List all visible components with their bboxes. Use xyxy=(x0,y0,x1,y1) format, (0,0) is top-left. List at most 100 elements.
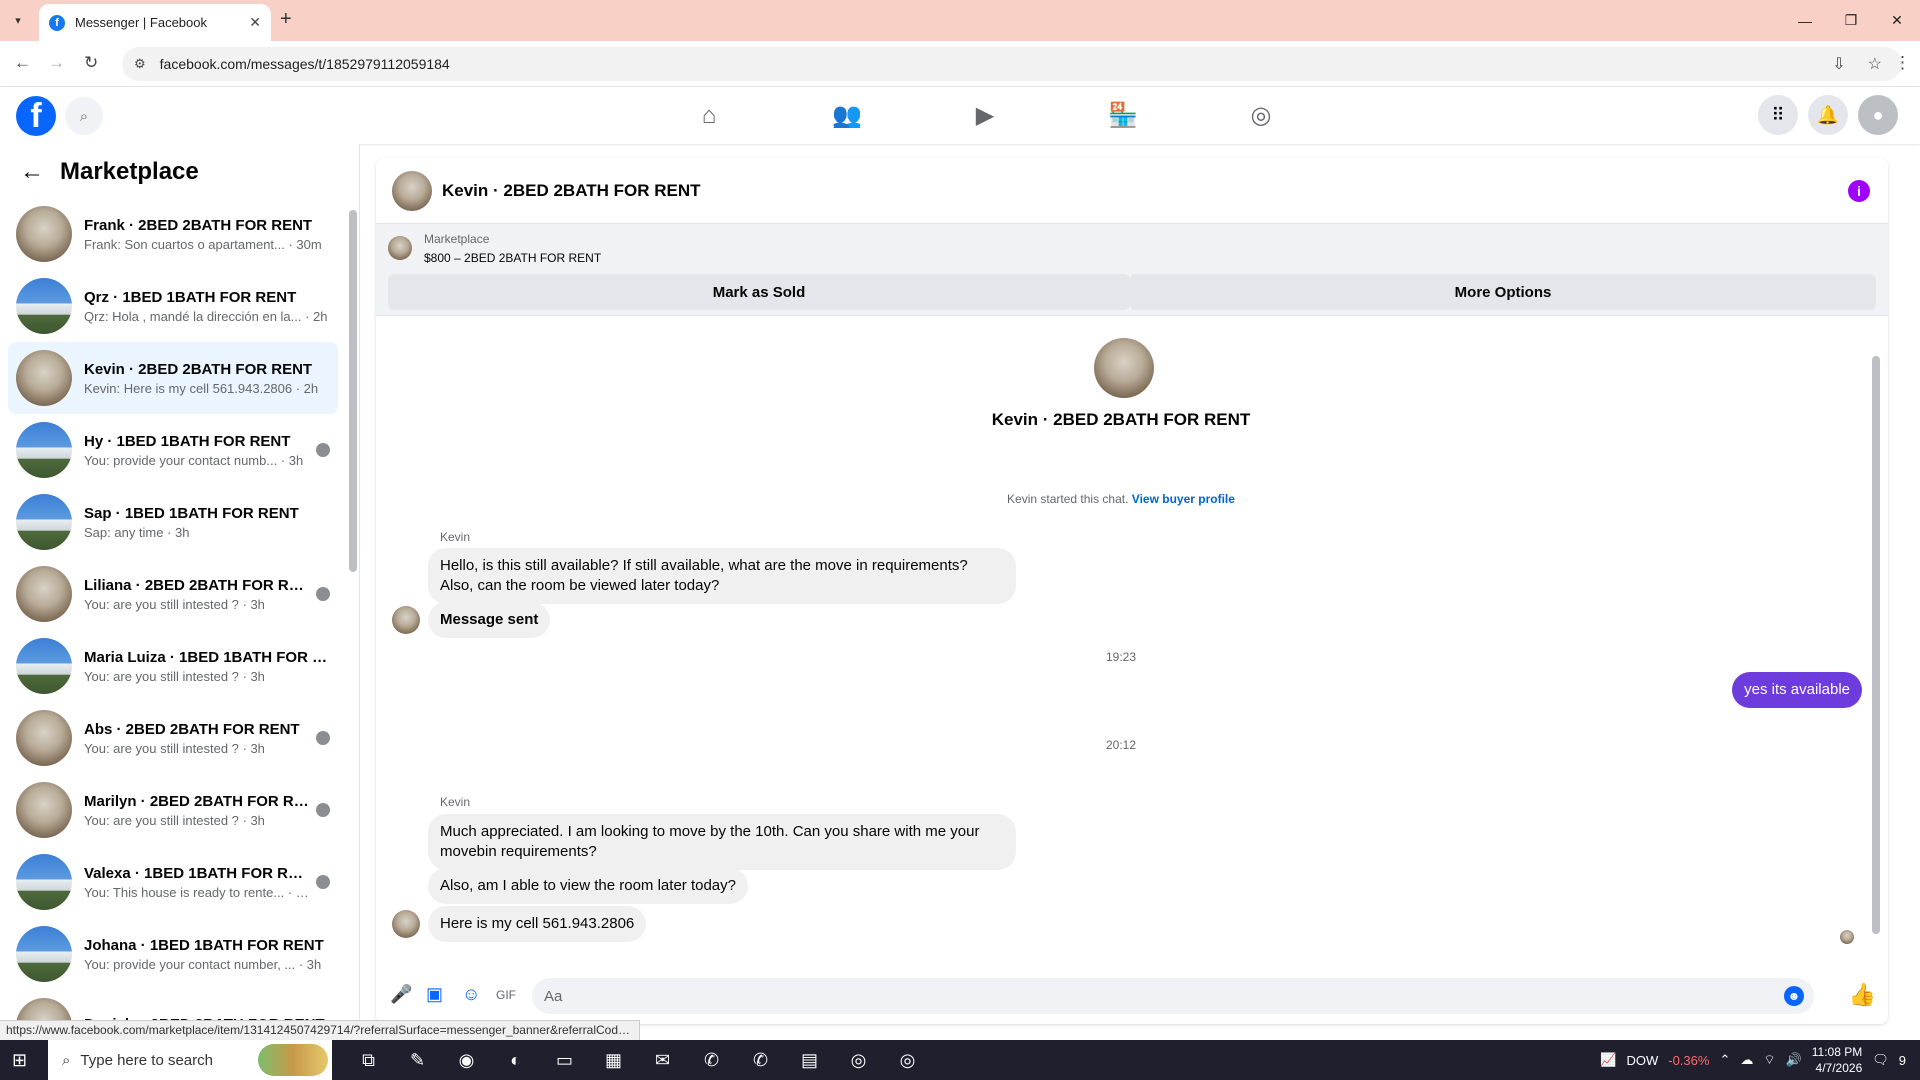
view-buyer-profile-link[interactable]: View buyer profile xyxy=(1132,492,1235,506)
conversation-preview: You: provide your contact number, ... · … xyxy=(84,956,322,972)
sender-name: Kevin xyxy=(440,795,471,809)
read-receipt-avatar xyxy=(1840,930,1854,944)
microphone-icon[interactable]: 🎤 xyxy=(390,984,412,1005)
chrome-icon[interactable]: ◎ xyxy=(834,1040,883,1080)
store-icon[interactable]: ▦ xyxy=(589,1040,638,1080)
chat-listing-thumbnail[interactable] xyxy=(392,170,432,211)
whatsapp-icon[interactable]: ✆ xyxy=(687,1040,736,1080)
bookmark-star-icon[interactable]: ☆ xyxy=(1868,54,1882,74)
edge-icon[interactable]: ◐ xyxy=(491,1040,540,1080)
conversation-name: Kevin · 2BED 2BATH FOR RENT xyxy=(84,360,313,378)
notification-icon[interactable]: 🗨 xyxy=(1872,1052,1889,1068)
chat-started-notice: Kevin started this chat. View buyer prof… xyxy=(376,492,1866,506)
conversation-name: Qrz · 1BED 1BATH FOR RENT xyxy=(84,288,297,306)
info-icon[interactable]: i xyxy=(1848,180,1870,202)
conversation-preview: You: are you still intested ? · 3h xyxy=(84,668,265,684)
tab-search-dropdown[interactable]: ▾ xyxy=(6,8,30,32)
banner-listing-thumbnail[interactable] xyxy=(388,236,412,260)
taskbar-search-placeholder: Type here to search xyxy=(80,1051,213,1069)
message-bubble[interactable]: Also, am I able to view the room later t… xyxy=(428,868,748,904)
conversation-item[interactable]: Valexa · 1BED 1BATH FOR RENT You: This ho… xyxy=(8,846,338,918)
file-explorer-icon[interactable]: ▭ xyxy=(540,1040,589,1080)
new-tab-button[interactable]: + xyxy=(280,8,292,31)
conversation-name: Valexa · 1BED 1BATH FOR RENT xyxy=(84,864,310,882)
close-tab-icon[interactable]: ✕ xyxy=(249,14,261,31)
conversation-name: Frank · 2BED 2BATH FOR RENT xyxy=(84,216,313,234)
conversation-item[interactable]: Hy · 1BED 1BATH FOR RENT You: provide you… xyxy=(8,414,338,486)
forward-icon[interactable]: → xyxy=(48,53,65,73)
menu-grid-icon[interactable]: ⠿ xyxy=(1758,95,1798,135)
conversation-name: Marilyn · 2BED 2BATH FOR RE... xyxy=(84,792,310,810)
conversation-item[interactable]: Maria Luiza · 1BED 1BATH FOR R... You: ar… xyxy=(8,630,338,702)
chat-scrollbar[interactable] xyxy=(1872,356,1880,934)
stock-chart-icon: 📈 xyxy=(1600,1052,1617,1067)
video-icon[interactable]: ▶ xyxy=(916,87,1054,144)
taskbar-search[interactable]: ⌕ Type here to search xyxy=(48,1040,332,1080)
install-icon[interactable]: ⇩ xyxy=(1832,54,1845,74)
address-bar[interactable]: ⚙ facebook.com/messages/t/18529791120591… xyxy=(122,47,1902,81)
banner-price[interactable]: $800 – 2BED 2BATH FOR RENT xyxy=(424,251,601,265)
notifications-bell-icon[interactable]: 🔔 xyxy=(1808,95,1848,135)
home-icon[interactable]: ⌂ xyxy=(640,87,778,144)
photo-icon[interactable]: ▣ xyxy=(426,984,443,1005)
gif-icon[interactable]: GIF xyxy=(496,988,516,1002)
clock[interactable]: 11:08 PM 4/7/2026 xyxy=(1812,1044,1862,1076)
clock-time: 11:08 PM xyxy=(1811,1045,1863,1059)
chat-title[interactable]: Kevin · 2BED 2BATH FOR RENT xyxy=(442,181,701,201)
minimize-button[interactable]: — xyxy=(1782,0,1828,41)
show-hidden-icons-icon[interactable]: ⌃ xyxy=(1719,1052,1730,1068)
task-view-icon[interactable]: ⧉ xyxy=(344,1040,393,1080)
browser-tab[interactable]: f Messenger | Facebook ✕ xyxy=(39,4,271,41)
conversation-item[interactable]: Abs · 2BED 2BATH FOR RENT You: are you st… xyxy=(8,702,338,774)
my-message-bubble[interactable]: yes its available xyxy=(1732,672,1862,708)
sidebar-scrollbar[interactable] xyxy=(349,210,357,572)
outlook-icon[interactable]: ✉ xyxy=(638,1040,687,1080)
facebook-logo-icon[interactable]: f xyxy=(16,96,56,136)
search-icon[interactable]: ⌕ xyxy=(65,97,103,135)
whatsapp-2-icon[interactable]: ✆ xyxy=(736,1040,785,1080)
wifi-icon[interactable]: ⌔ xyxy=(1763,1052,1775,1068)
close-window-button[interactable]: ✕ xyxy=(1874,0,1920,41)
network-icon[interactable]: ☁ xyxy=(1740,1052,1753,1068)
thumbs-up-icon[interactable]: 👍 xyxy=(1849,982,1876,1008)
marketplace-icon[interactable]: 🏪 xyxy=(1054,87,1192,144)
conversation-item[interactable]: Frank · 2BED 2BATH FOR RENT Frank: Son cu… xyxy=(8,198,338,270)
listing-thumbnail xyxy=(16,710,72,766)
stock-change: -0.36% xyxy=(1668,1052,1710,1068)
stock-ticker[interactable]: DOW xyxy=(1626,1053,1658,1068)
notepad-icon[interactable]: ✎ xyxy=(393,1040,442,1080)
mark-as-sold-button[interactable]: Mark as Sold xyxy=(388,274,1130,310)
windows-start-icon[interactable]: ⊞ xyxy=(12,1050,27,1071)
app-icon[interactable]: ▤ xyxy=(785,1040,834,1080)
firefox-icon[interactable]: ◉ xyxy=(442,1040,491,1080)
friends-icon[interactable]: 👥 xyxy=(778,87,916,144)
site-info-icon[interactable]: ⚙ xyxy=(134,56,146,72)
emoji-icon[interactable]: ☻ xyxy=(1784,986,1804,1006)
conversation-item[interactable]: Liliana · 2BED 2BATH FOR RENT You: are yo… xyxy=(8,558,338,630)
conversation-item-active[interactable]: Kevin · 2BED 2BATH FOR RENT Kevin: Here i… xyxy=(8,342,338,414)
reload-icon[interactable]: ↻ xyxy=(84,53,98,73)
account-avatar[interactable]: ● xyxy=(1858,95,1898,135)
message-bubble[interactable]: Here is my cell 561.943.2806 xyxy=(428,906,647,942)
conversation-item[interactable]: Marilyn · 2BED 2BATH FOR RE... You: are y… xyxy=(8,774,338,846)
back-icon[interactable]: ← xyxy=(14,53,31,73)
conversation-preview: Frank: Son cuartos o apartament... · 30m xyxy=(84,236,322,252)
conversation-name: Sap · 1BED 1BATH FOR RENT xyxy=(84,504,299,522)
restore-button[interactable]: ❐ xyxy=(1828,0,1874,41)
message-bubble[interactable]: Much appreciated. I am looking to move b… xyxy=(428,814,1016,870)
browser-menu-icon[interactable]: ⋮ xyxy=(1894,53,1911,73)
conversation-item[interactable]: Sap · 1BED 1BATH FOR RENT Sap: any time ·… xyxy=(8,486,338,558)
volume-icon[interactable]: 🔊 xyxy=(1786,1052,1802,1068)
sticker-icon[interactable]: ☺ xyxy=(462,984,480,1005)
marketplace-banner: Marketplace $800 – 2BED 2BATH FOR RENT M… xyxy=(376,224,1888,316)
back-arrow-icon[interactable]: ← xyxy=(20,158,44,186)
conversation-item[interactable]: Johana · 1BED 1BATH FOR RENT You: provide… xyxy=(8,918,338,990)
seen-avatar-icon xyxy=(316,587,330,601)
message-input[interactable]: Aa ☻ xyxy=(532,978,1814,1014)
groups-icon[interactable]: ◎ xyxy=(1192,87,1330,144)
message-bubble[interactable]: Message sent xyxy=(428,602,551,638)
more-options-button[interactable]: More Options xyxy=(1130,274,1876,310)
message-bubble[interactable]: Hello, is this still available? If still… xyxy=(428,548,1016,604)
chrome-active-icon[interactable]: ◎ xyxy=(883,1040,932,1080)
conversation-item[interactable]: Qrz · 1BED 1BATH FOR RENT Qrz: Hola , man… xyxy=(8,270,338,342)
